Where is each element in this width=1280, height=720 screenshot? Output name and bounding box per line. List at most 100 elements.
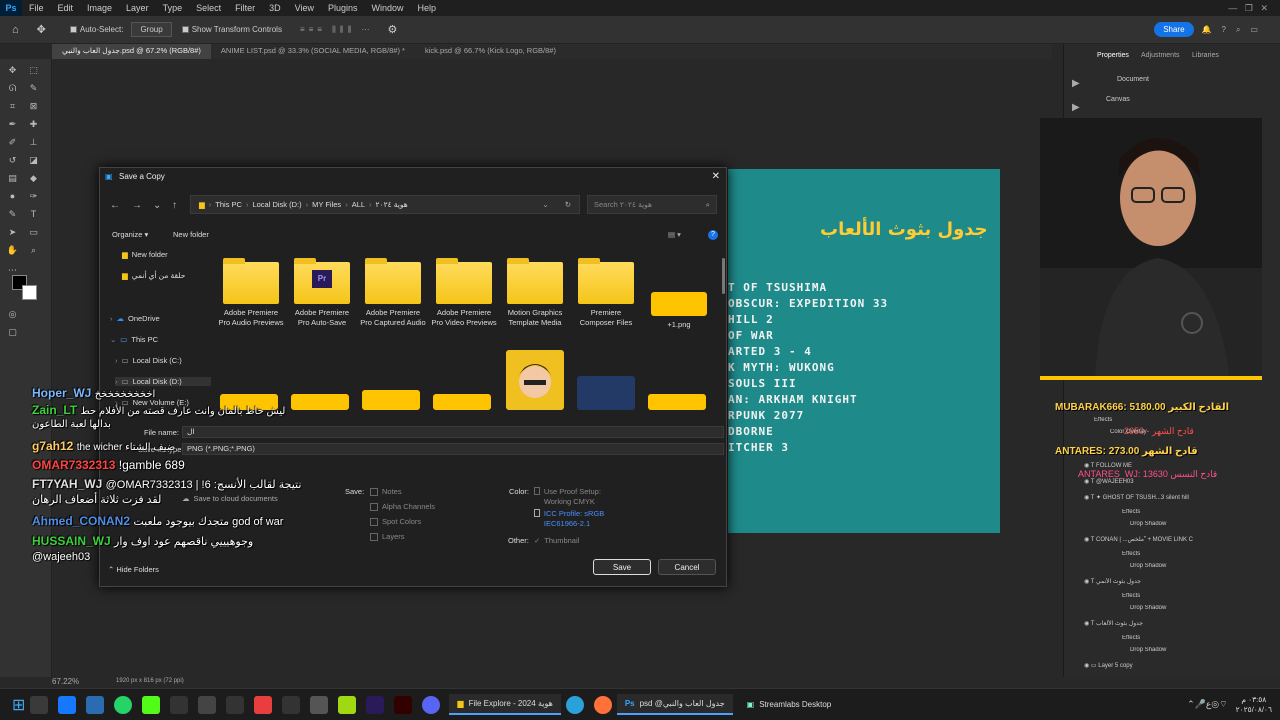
view-options-icon[interactable]: ▤ ▾ (668, 230, 681, 239)
app-icon[interactable] (170, 695, 189, 714)
eye-icon[interactable]: ◉ T (1084, 479, 1096, 485)
app-icon[interactable] (226, 695, 245, 714)
gear-icon[interactable]: ⚙ (387, 23, 397, 36)
layer-row[interactable]: Effects (1094, 417, 1279, 429)
tab-libraries[interactable]: Libraries (1192, 52, 1219, 59)
png-thumbnail[interactable] (433, 394, 491, 410)
layer-row[interactable]: Drop Shadow (1130, 521, 1280, 533)
layer-row[interactable]: ◉ ▭ Layer 5 copy (1084, 662, 1269, 674)
save-button[interactable]: Save (593, 559, 651, 575)
layer-row[interactable]: ◉ T @WAJEEH03 (1084, 478, 1269, 490)
share-button[interactable]: Share (1154, 22, 1194, 37)
menu-3d[interactable]: 3D (262, 3, 288, 13)
screen-mode-icon[interactable]: ▢ (5, 325, 20, 339)
folder-item[interactable]: Motion Graphics Template Media (502, 258, 568, 328)
layer-row[interactable]: Drop Shadow (1130, 563, 1280, 575)
nav-item[interactable]: ▆ حلقة من أي أنمي (122, 271, 218, 280)
breadcrumb-item[interactable]: ALL (352, 200, 365, 209)
tab-doc-2[interactable]: ANIME LIST.psd @ 33.3% (SOCIAL MEDIA, RG… (211, 44, 415, 59)
save-type-select[interactable]: PNG (*.PNG;*.PNG) (182, 443, 724, 455)
layer-row[interactable]: Effects (1122, 635, 1280, 647)
window-controls[interactable]: — ❐ ✕ (1228, 3, 1280, 14)
whatsapp-icon[interactable] (114, 695, 133, 714)
discord-icon[interactable] (422, 695, 441, 714)
eye-icon[interactable]: ◉ T (1084, 579, 1096, 585)
menu-help[interactable]: Help (411, 3, 444, 13)
avatar-thumbnail[interactable] (506, 350, 564, 410)
menu-plugins[interactable]: Plugins (321, 3, 365, 13)
help-icon[interactable]: ? (708, 230, 718, 240)
kick-icon[interactable] (142, 695, 161, 714)
png-thumbnail[interactable] (648, 394, 706, 410)
nav-item[interactable]: ▆ New folder (122, 250, 218, 259)
nav-item[interactable]: ⌄ ▭ This PC (110, 335, 206, 344)
layer-row[interactable]: ◉ T جدول بثوث الأنمي (1084, 578, 1269, 590)
illustrator-icon[interactable] (394, 695, 413, 714)
auto-select-checkbox[interactable]: Auto-Select: (69, 25, 123, 34)
new-folder-button[interactable]: New folder (173, 230, 209, 239)
close-icon[interactable]: ✕ (712, 171, 720, 182)
menu-view[interactable]: View (288, 3, 321, 13)
blur-icon[interactable]: ◆ (26, 171, 41, 185)
menu-file[interactable]: File (22, 3, 51, 13)
notes-checkbox[interactable]: Notes (370, 487, 402, 496)
thumbnail-checkbox[interactable]: ✓ Thumbnail (534, 536, 579, 545)
group-select[interactable]: Group (131, 22, 172, 37)
breadcrumb-item[interactable]: MY Files (312, 200, 341, 209)
menu-type[interactable]: Type (156, 3, 190, 13)
zoom-level[interactable]: 67.22% (52, 677, 79, 686)
menu-image[interactable]: Image (80, 3, 119, 13)
layer-row[interactable]: Effects (1122, 509, 1280, 521)
file-item[interactable]: +1.png (646, 292, 712, 330)
tab-doc-1[interactable]: جدول العاب والنبي.psd @ 67.2% (RGB/8#) (52, 44, 211, 59)
taskbar-explorer[interactable]: ▆ File Explore - 2024 هوية (449, 694, 561, 715)
pen-icon[interactable]: ✎ (5, 207, 20, 221)
app-icon[interactable] (254, 695, 273, 714)
dodge-icon[interactable]: ● (5, 189, 20, 203)
address-bar[interactable]: ▆ › This PC › Local Disk (D:) › MY Files… (190, 195, 580, 214)
tab-doc-3[interactable]: kick.psd @ 66.7% (Kick Logo, RGB/8#) (415, 44, 566, 59)
telegram-icon[interactable] (565, 695, 584, 714)
folder-item[interactable]: Adobe Premiere Pro Audio Previews (218, 258, 284, 328)
menu-select[interactable]: Select (189, 3, 228, 13)
path-select-icon[interactable]: ➤ (5, 225, 20, 239)
header-icons[interactable]: 🔔?⌕▭ (1202, 25, 1268, 35)
back-icon[interactable]: ← (110, 200, 120, 211)
app-icon[interactable] (338, 695, 357, 714)
folder-item[interactable]: Adobe Premiere Pro Captured Audio (360, 258, 426, 328)
layer-row[interactable]: Effects (1122, 593, 1280, 605)
layers-checkbox[interactable]: Layers (370, 532, 405, 541)
proof-setup-checkbox[interactable]: Use Proof Setup: Working CMYK (534, 487, 614, 507)
nav-item[interactable]: › ▭ Local Disk (D:) (115, 377, 211, 386)
layer-row[interactable]: ◉ T CONAN | ...ملخص ّ + MOVIE LINK C (1084, 536, 1269, 548)
type-tool-icon[interactable]: T (26, 207, 41, 221)
hide-folders-button[interactable]: ⌃ Hide Folders (108, 565, 159, 574)
layer-row[interactable]: Effects (1122, 551, 1280, 563)
premiere-icon[interactable] (366, 695, 385, 714)
forward-icon[interactable]: → (132, 200, 142, 211)
taskbar-streamlabs[interactable]: ▣ Streamlabs Desktop (739, 695, 840, 714)
home-icon[interactable]: ⌂ (12, 24, 19, 36)
tab-properties[interactable]: Properties (1097, 52, 1129, 59)
document-canvas[interactable]: جدول بثوث الألعاب T OF TSUSHIMA OBSCUR: … (728, 169, 1000, 533)
search-input[interactable]: Search هوية ٢٠٢٤ ⌕ (587, 195, 717, 214)
breadcrumb-item[interactable]: Local Disk (D:) (252, 200, 301, 209)
quick-mask-icon[interactable]: ◎ (5, 307, 20, 321)
layer-row[interactable]: ◉ T ✦ GHOST OF TSUSH...3 silent hill (1084, 494, 1269, 506)
refresh-icon[interactable]: ↻ (565, 200, 571, 209)
tab-adjustments[interactable]: Adjustments (1141, 52, 1180, 59)
move-tool-icon[interactable]: ✥ (5, 63, 20, 77)
hand-tool-icon[interactable]: ✋ (5, 243, 20, 257)
eye-icon[interactable]: ◉ ▭ (1084, 663, 1098, 669)
brush-tool-icon[interactable]: ✐ (5, 135, 20, 149)
show-transform-checkbox[interactable]: Show Transform Controls (181, 25, 282, 34)
healing-icon[interactable]: ✚ (26, 117, 41, 131)
breadcrumb-item[interactable]: هوية ٢٠٢٤ (376, 200, 408, 209)
stamp-tool-icon[interactable]: ⊥ (26, 135, 41, 149)
nav-item[interactable]: › ☁ OneDrive (110, 314, 206, 323)
align-icons[interactable]: ≡≡≡ ⫼⫼⫼ ⋯ (300, 25, 374, 35)
lasso-tool-icon[interactable]: ᘏ (5, 81, 20, 95)
menu-edit[interactable]: Edit (51, 3, 81, 13)
layer-row[interactable]: Drop Shadow (1130, 647, 1280, 659)
taskbar-photoshop[interactable]: Ps psd @جدول العاب والنبي (616, 694, 733, 715)
